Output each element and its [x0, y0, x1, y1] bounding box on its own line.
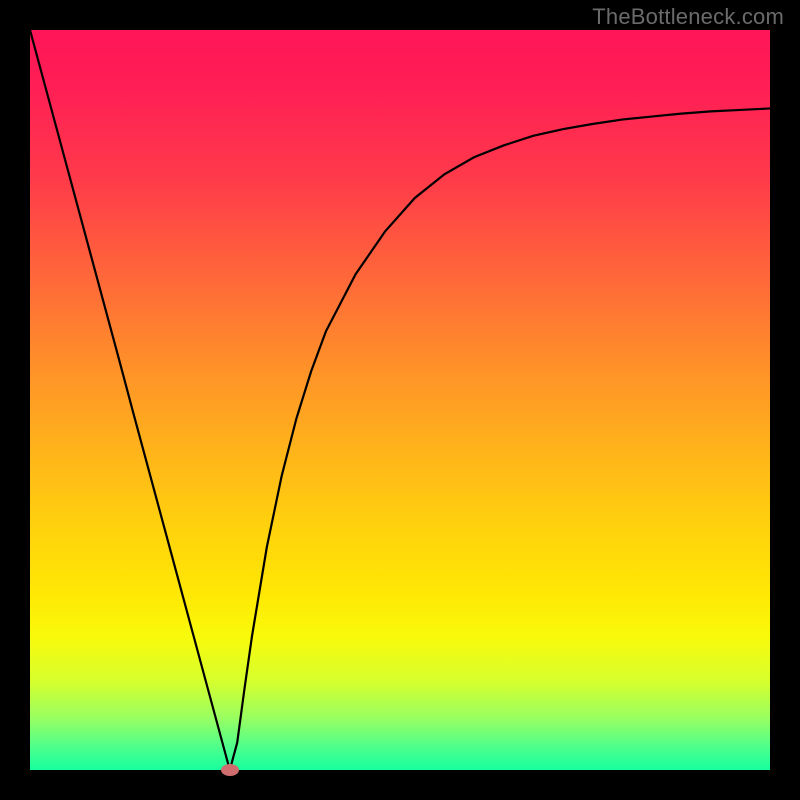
chart-stage: TheBottleneck.com — [0, 0, 800, 800]
curve-svg — [30, 30, 770, 770]
bottleneck-curve — [30, 30, 770, 770]
watermark-text: TheBottleneck.com — [592, 4, 784, 30]
plot-area — [30, 30, 770, 770]
min-marker — [221, 764, 239, 776]
